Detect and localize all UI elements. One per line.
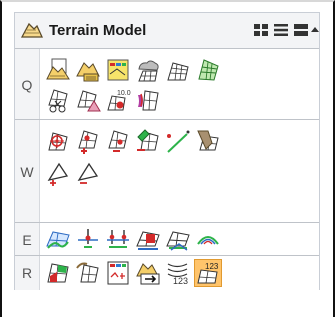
terrain-profile-icon[interactable]: [165, 226, 191, 252]
grid-view-icon[interactable]: [252, 22, 270, 38]
terrain-model-toolbox: Terrain Model Q 10.0 W E R 123 123: [14, 12, 320, 290]
report-icon[interactable]: [105, 260, 131, 286]
tool-group-r: R 123 123: [15, 255, 319, 290]
collapse-icon[interactable]: [309, 22, 321, 38]
merge-terrain-icon[interactable]: [195, 128, 221, 154]
group-label: E: [15, 223, 40, 256]
toolbox-title: Terrain Model: [49, 22, 147, 39]
label-contours-icon[interactable]: 123: [165, 260, 191, 286]
svg-text:123: 123: [173, 276, 188, 286]
group-label: W: [15, 120, 40, 223]
add-points-icon[interactable]: [75, 128, 101, 154]
create-from-text-icon[interactable]: 10.0: [105, 87, 131, 113]
tool-group-q: Q 10.0: [15, 48, 319, 120]
create-from-point-cloud-icon[interactable]: [135, 57, 161, 83]
export-terrain-icon[interactable]: [135, 260, 161, 286]
create-by-clipping-icon[interactable]: [165, 57, 191, 83]
multi-point-icon[interactable]: [105, 226, 131, 252]
triangle-add-icon[interactable]: [45, 160, 71, 186]
group-label: R: [15, 256, 40, 290]
contour-peak-icon[interactable]: [195, 226, 221, 252]
label-elevations-icon[interactable]: 123: [194, 259, 222, 287]
terrain-surface-icon[interactable]: [45, 226, 71, 252]
rotate-terrain-icon[interactable]: [75, 260, 101, 286]
group-label: Q: [15, 49, 40, 120]
create-accumulated-icon[interactable]: [135, 87, 161, 113]
point-element-icon[interactable]: [75, 226, 101, 252]
toolbox-header: Terrain Model: [15, 13, 319, 48]
create-from-file-icon[interactable]: [45, 57, 71, 83]
triangle-delete-icon[interactable]: [75, 160, 101, 186]
spot-elevation-icon[interactable]: [135, 226, 161, 252]
edit-features-icon[interactable]: [135, 128, 161, 154]
svg-text:10.0: 10.0: [117, 90, 131, 97]
create-from-graphical-filter-icon[interactable]: [105, 57, 131, 83]
create-from-boundary-icon[interactable]: [75, 87, 101, 113]
list-view-icon[interactable]: [272, 22, 290, 38]
add-features-icon[interactable]: [45, 128, 71, 154]
tool-group-w: W: [15, 119, 319, 223]
tool-group-e: E: [15, 222, 319, 256]
create-delta-icon[interactable]: [45, 87, 71, 113]
create-from-elements-icon[interactable]: [75, 57, 101, 83]
color-terrain-icon[interactable]: [45, 260, 71, 286]
bar-view-icon[interactable]: [292, 22, 310, 38]
remove-features-icon[interactable]: [105, 128, 131, 154]
svg-text:123: 123: [205, 262, 219, 271]
terrain-model-icon: [20, 20, 44, 40]
create-from-complex-terrain-icon[interactable]: [195, 57, 221, 83]
line-between-points-icon[interactable]: [165, 128, 191, 154]
